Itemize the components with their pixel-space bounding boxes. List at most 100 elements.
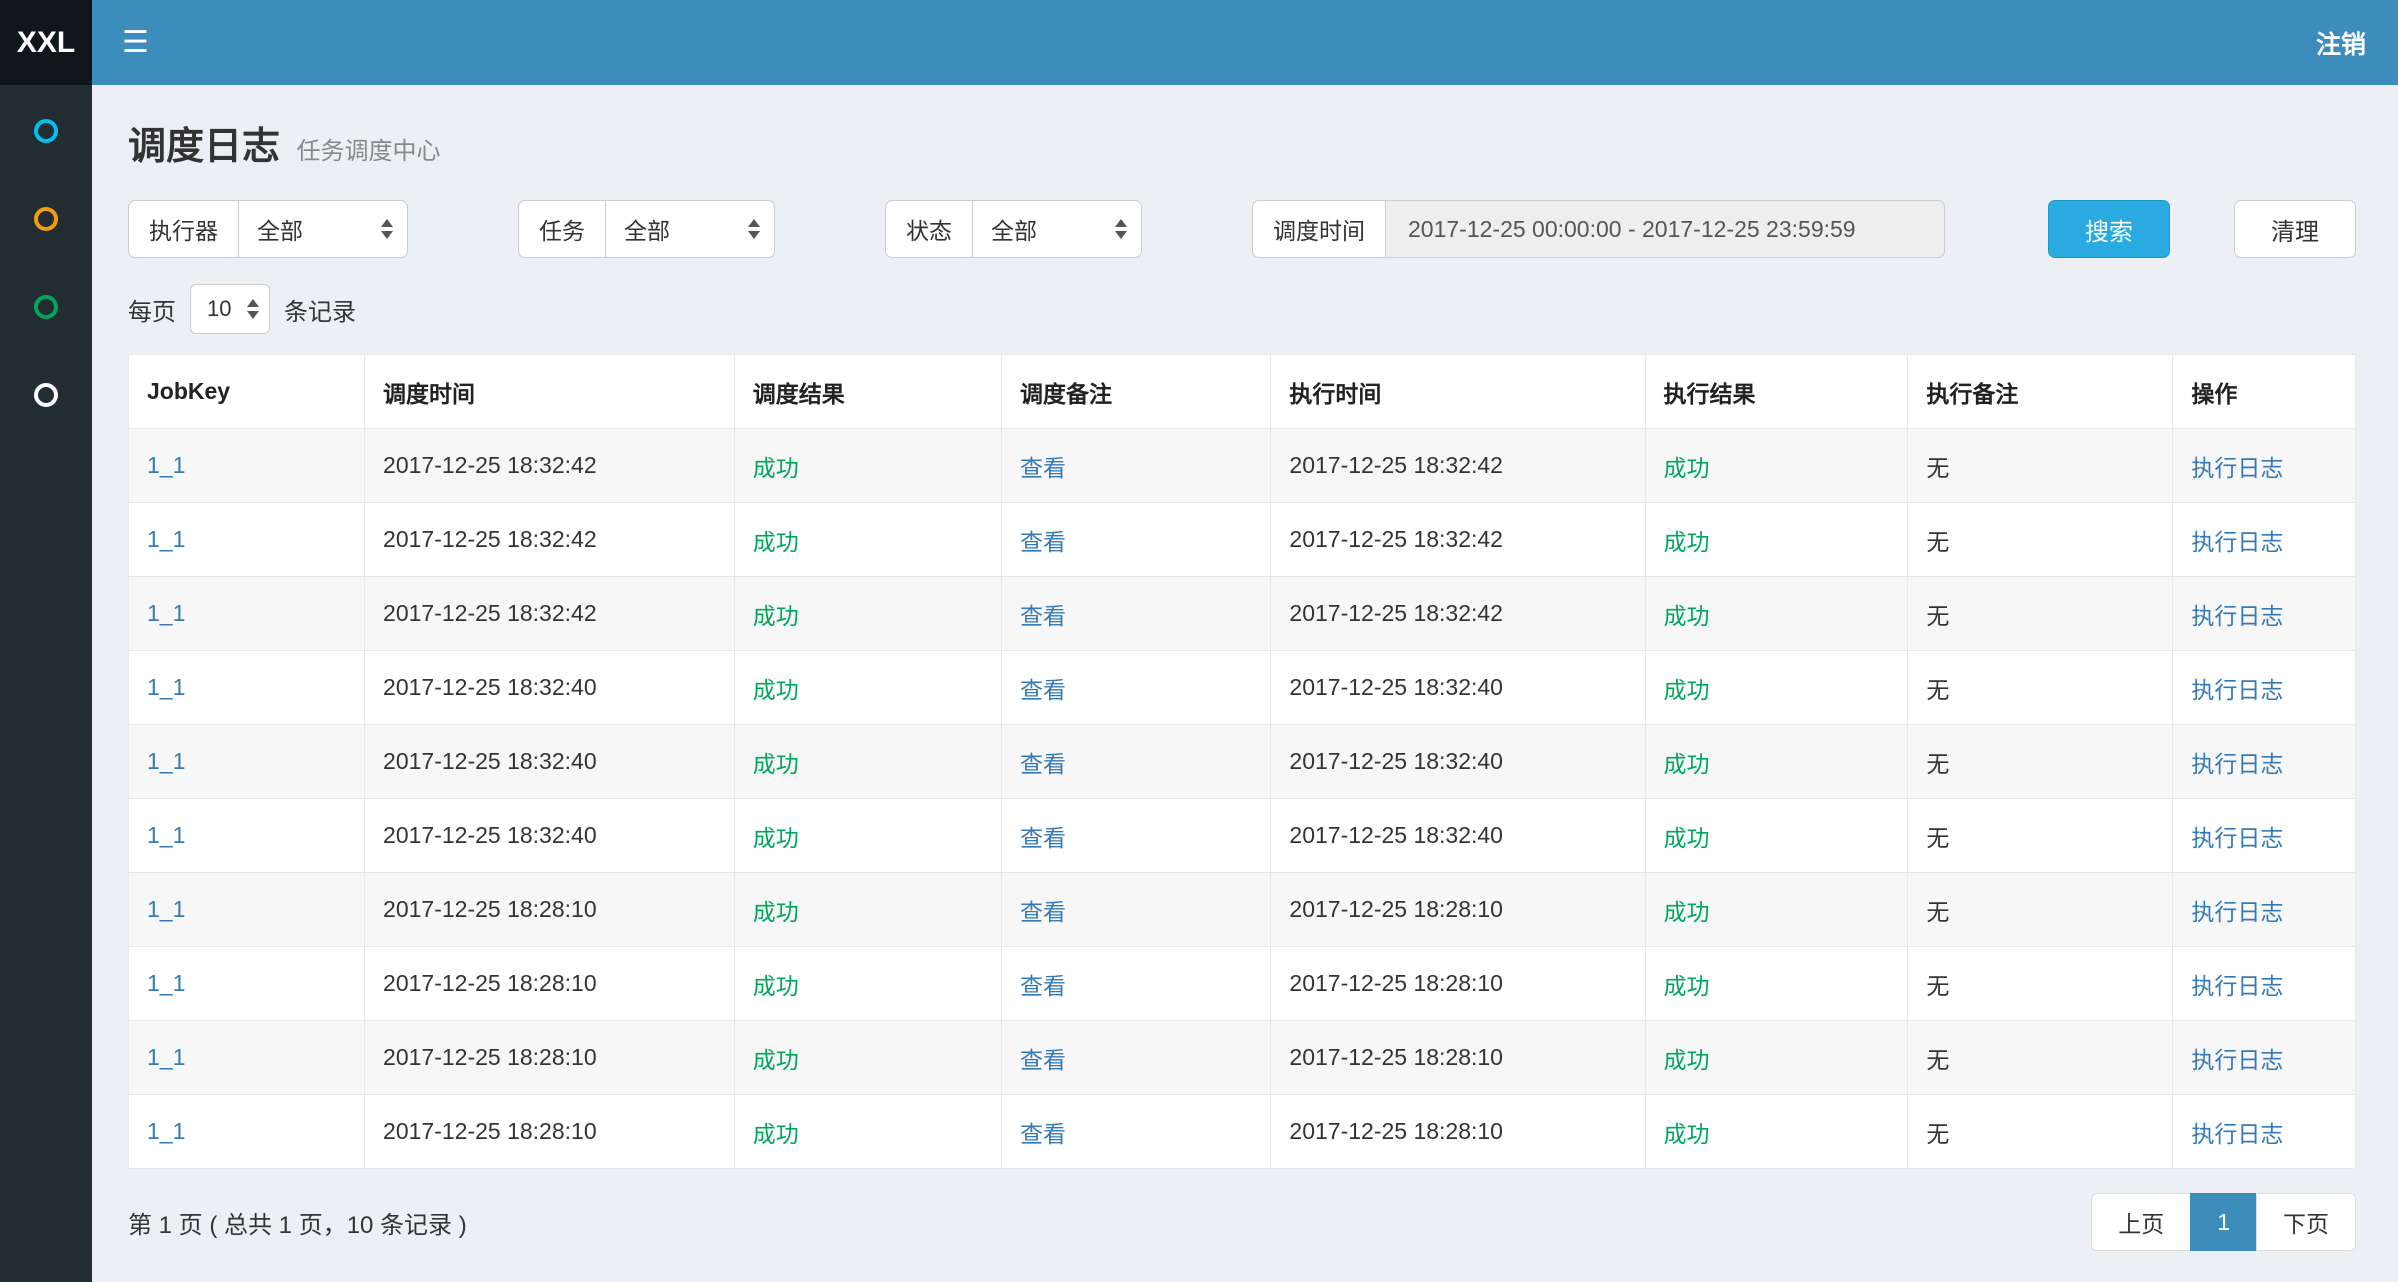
handle-result-cell: 成功: [1645, 1095, 1908, 1169]
trigger-result-cell: 成功: [734, 1095, 1001, 1169]
sidebar-item-dashboard[interactable]: [0, 87, 92, 175]
executor-select[interactable]: 全部: [238, 200, 408, 258]
column-header-4: 调度备注: [1001, 355, 1270, 429]
pagination-info: 第 1 页 ( 总共 1 页，10 条记录 ): [128, 1205, 467, 1240]
handle-result-cell: 成功: [1645, 503, 1908, 577]
executor-label: 执行器: [128, 200, 238, 258]
execution-log-link[interactable]: 执行日志: [2191, 899, 2283, 925]
sidebar-item-executor-manage[interactable]: [0, 351, 92, 439]
app-logo[interactable]: XXL: [0, 0, 92, 85]
jobkey-link[interactable]: 1_1: [147, 600, 185, 626]
status-filter-group: 状态 全部: [885, 200, 1142, 258]
select-arrows-icon: [1115, 219, 1127, 239]
trigger-result-cell: 成功: [734, 503, 1001, 577]
page-subtitle: 任务调度中心: [296, 138, 440, 165]
jobkey-link[interactable]: 1_1: [147, 1118, 185, 1144]
trigger-msg-link[interactable]: 查看: [1020, 1047, 1066, 1073]
time-filter-group: 调度时间 2017-12-25 00:00:00 - 2017-12-25 23…: [1252, 200, 1945, 258]
handle-msg-cell: 无: [1908, 873, 2173, 947]
time-range-input[interactable]: 2017-12-25 00:00:00 - 2017-12-25 23:59:5…: [1385, 200, 1945, 258]
trigger-msg-link[interactable]: 查看: [1020, 529, 1066, 555]
sidebar-item-job-manage[interactable]: [0, 175, 92, 263]
circle-icon: [34, 207, 58, 231]
execution-log-link[interactable]: 执行日志: [2191, 751, 2283, 777]
clear-button[interactable]: 清理: [2234, 200, 2356, 258]
page-size-row: 每页 10 条记录: [128, 284, 2356, 334]
trigger-msg-link[interactable]: 查看: [1020, 751, 1066, 777]
pagination-next-button[interactable]: 下页: [2256, 1193, 2356, 1251]
table-row: 1_12017-12-25 18:32:40成功查看2017-12-25 18:…: [129, 799, 2356, 873]
jobkey-link-cell: 1_1: [129, 651, 365, 725]
trigger-msg-link-cell: 查看: [1001, 873, 1270, 947]
execution-log-link[interactable]: 执行日志: [2191, 603, 2283, 629]
trigger-time-cell: 2017-12-25 18:32:40: [365, 651, 735, 725]
jobkey-link-cell: 1_1: [129, 503, 365, 577]
execution-log-link[interactable]: 执行日志: [2191, 1047, 2283, 1073]
select-arrows-icon: [381, 219, 393, 239]
sidebar-item-job-log[interactable]: [0, 263, 92, 351]
jobkey-link[interactable]: 1_1: [147, 896, 185, 922]
sidebar-toggle-icon[interactable]: ☰: [122, 28, 149, 58]
handle-msg-cell: 无: [1908, 725, 2173, 799]
logout-link[interactable]: 注销: [2316, 25, 2366, 61]
handle-time-cell: 2017-12-25 18:32:42: [1271, 577, 1645, 651]
page-size-select[interactable]: 10: [190, 284, 270, 334]
select-arrows-icon: [748, 219, 760, 239]
handle-result-cell: 成功: [1645, 947, 1908, 1021]
handle-msg-cell: 无: [1908, 577, 2173, 651]
handle-result-cell: 成功: [1645, 651, 1908, 725]
handle-msg-cell: 无: [1908, 799, 2173, 873]
trigger-time-cell: 2017-12-25 18:28:10: [365, 873, 735, 947]
table-body: 1_12017-12-25 18:32:42成功查看2017-12-25 18:…: [129, 429, 2356, 1169]
execution-log-link[interactable]: 执行日志: [2191, 677, 2283, 703]
execution-log-link[interactable]: 执行日志: [2191, 973, 2283, 999]
trigger-msg-link[interactable]: 查看: [1020, 973, 1066, 999]
execution-log-link[interactable]: 执行日志: [2191, 1121, 2283, 1147]
trigger-msg-link-cell: 查看: [1001, 1095, 1270, 1169]
execution-log-link[interactable]: 执行日志: [2191, 825, 2283, 851]
job-filter-group: 任务 全部: [518, 200, 775, 258]
jobkey-link[interactable]: 1_1: [147, 970, 185, 996]
jobkey-link[interactable]: 1_1: [147, 674, 185, 700]
trigger-time-cell: 2017-12-25 18:32:40: [365, 799, 735, 873]
execution-log-link[interactable]: 执行日志: [2191, 529, 2283, 555]
execution-log-link-cell: 执行日志: [2173, 1021, 2356, 1095]
trigger-result-cell: 成功: [734, 873, 1001, 947]
trigger-time-cell: 2017-12-25 18:32:40: [365, 725, 735, 799]
jobkey-link[interactable]: 1_1: [147, 526, 185, 552]
table-row: 1_12017-12-25 18:28:10成功查看2017-12-25 18:…: [129, 1095, 2356, 1169]
job-label: 任务: [518, 200, 605, 258]
handle-result-cell: 成功: [1645, 577, 1908, 651]
jobkey-link[interactable]: 1_1: [147, 1044, 185, 1070]
execution-log-link[interactable]: 执行日志: [2191, 455, 2283, 481]
trigger-msg-link[interactable]: 查看: [1020, 899, 1066, 925]
handle-time-cell: 2017-12-25 18:32:42: [1271, 429, 1645, 503]
trigger-msg-link-cell: 查看: [1001, 1021, 1270, 1095]
trigger-msg-link[interactable]: 查看: [1020, 677, 1066, 703]
pagination-prev-button[interactable]: 上页: [2091, 1193, 2191, 1251]
handle-time-cell: 2017-12-25 18:32:40: [1271, 799, 1645, 873]
handle-msg-cell: 无: [1908, 503, 2173, 577]
time-label: 调度时间: [1252, 200, 1385, 258]
execution-log-link-cell: 执行日志: [2173, 429, 2356, 503]
job-selected-value: 全部: [624, 212, 670, 246]
trigger-msg-link[interactable]: 查看: [1020, 603, 1066, 629]
jobkey-link[interactable]: 1_1: [147, 452, 185, 478]
jobkey-link-cell: 1_1: [129, 725, 365, 799]
jobkey-link[interactable]: 1_1: [147, 822, 185, 848]
table-row: 1_12017-12-25 18:32:40成功查看2017-12-25 18:…: [129, 651, 2356, 725]
job-select[interactable]: 全部: [605, 200, 775, 258]
trigger-msg-link[interactable]: 查看: [1020, 1121, 1066, 1147]
trigger-result-cell: 成功: [734, 799, 1001, 873]
status-select[interactable]: 全部: [972, 200, 1142, 258]
execution-log-link-cell: 执行日志: [2173, 873, 2356, 947]
trigger-msg-link[interactable]: 查看: [1020, 825, 1066, 851]
execution-log-link-cell: 执行日志: [2173, 799, 2356, 873]
jobkey-link[interactable]: 1_1: [147, 748, 185, 774]
pagination-page-1-button[interactable]: 1: [2190, 1193, 2257, 1251]
table-header-row: JobKey调度时间调度结果调度备注执行时间执行结果执行备注操作: [129, 355, 2356, 429]
trigger-msg-link[interactable]: 查看: [1020, 455, 1066, 481]
search-button[interactable]: 搜索: [2048, 200, 2170, 258]
jobkey-link-cell: 1_1: [129, 873, 365, 947]
trigger-time-cell: 2017-12-25 18:28:10: [365, 947, 735, 1021]
